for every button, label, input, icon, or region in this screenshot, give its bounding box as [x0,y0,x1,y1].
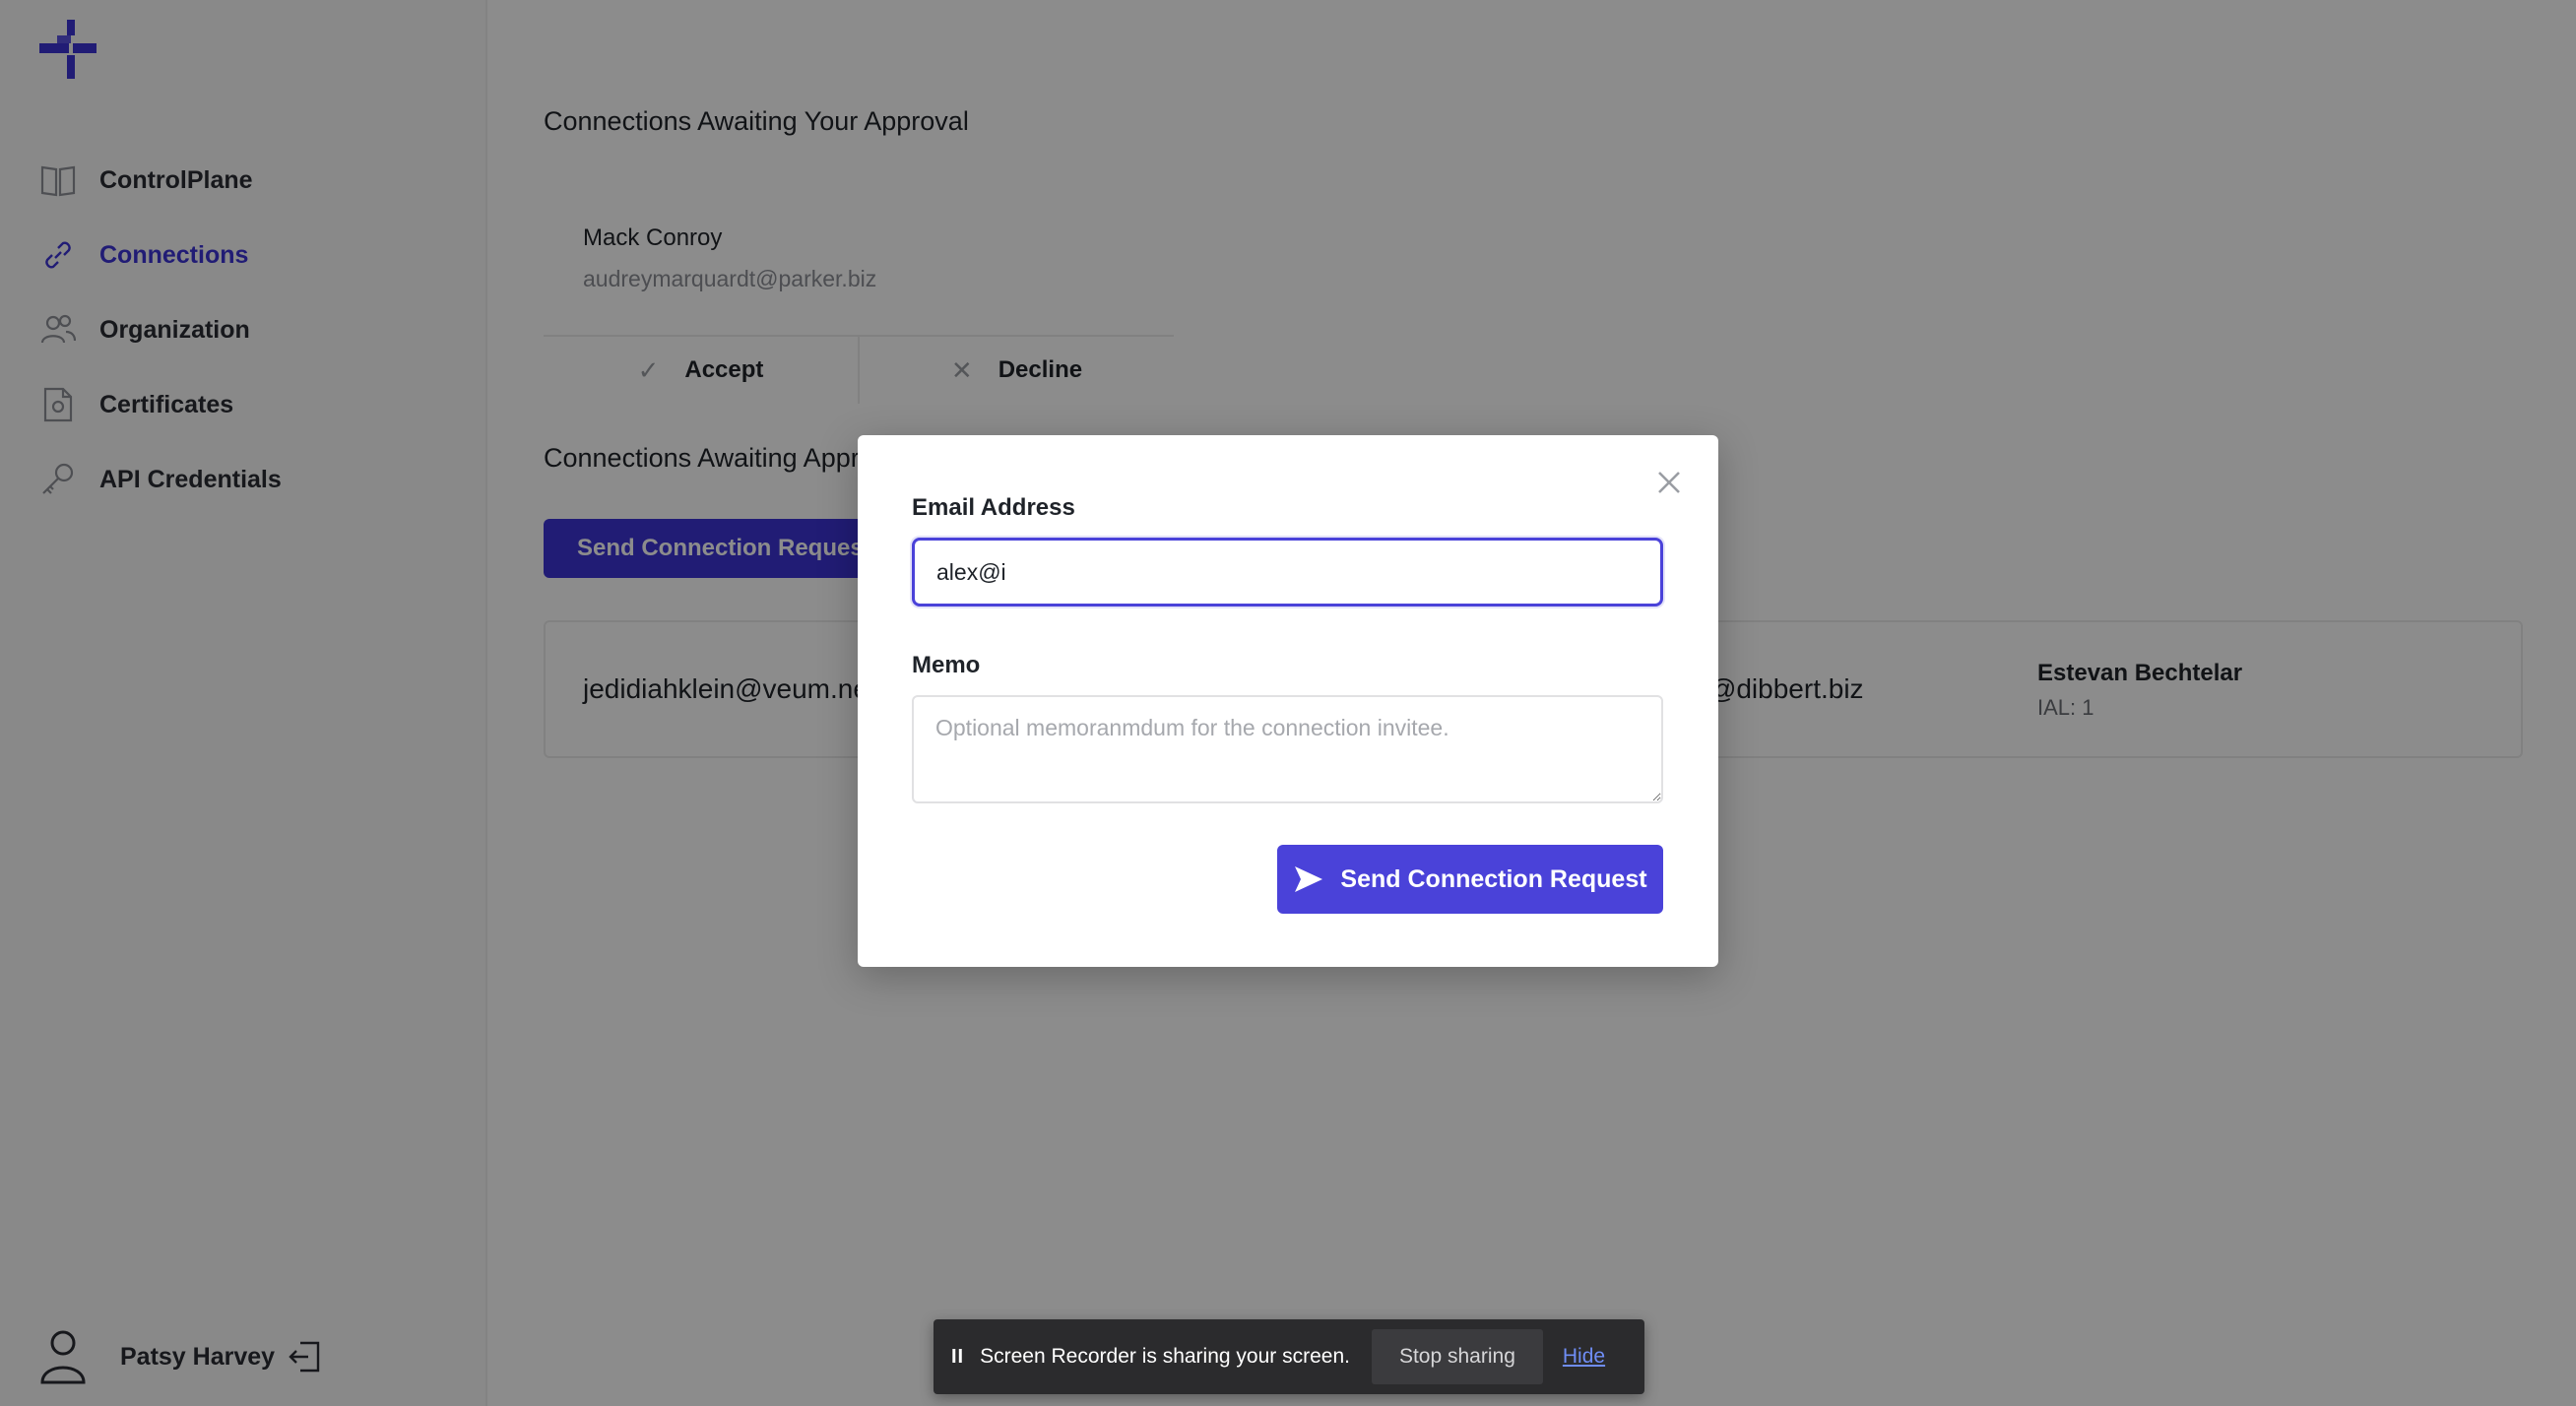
email-field[interactable] [912,538,1663,607]
hide-link[interactable]: Hide [1563,1345,1605,1369]
send-connection-modal: Email Address Memo Send Connection Reque… [858,435,1718,967]
screen-recorder-bar: II Screen Recorder is sharing your scree… [934,1319,1644,1394]
stop-sharing-button[interactable]: Stop sharing [1371,1329,1543,1384]
pause-icon[interactable]: II [951,1346,964,1369]
send-icon [1295,866,1323,892]
email-label: Email Address [912,494,1075,521]
close-icon[interactable] [1653,467,1685,498]
recorder-message: Screen Recorder is sharing your screen. [980,1345,1350,1368]
send-connection-request-submit-button[interactable]: Send Connection Request [1277,845,1663,914]
submit-label: Send Connection Request [1340,864,1647,893]
memo-field[interactable] [912,695,1663,803]
app-root: ControlPlane Connections Organization Ce… [0,0,2576,1406]
memo-label: Memo [912,652,981,678]
